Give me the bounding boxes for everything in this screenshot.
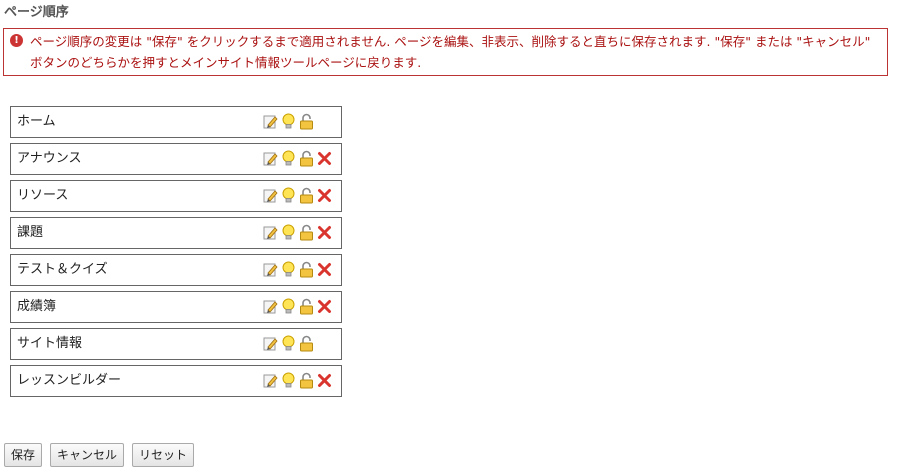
unlock-icon[interactable] xyxy=(299,113,314,130)
page-item[interactable]: 成績簿 xyxy=(10,291,342,323)
page-name: テスト＆クイズ xyxy=(17,262,108,277)
lightbulb-visibility-icon[interactable] xyxy=(281,187,296,204)
unlock-icon[interactable] xyxy=(299,187,314,204)
page-item[interactable]: レッスンビルダー xyxy=(10,365,342,397)
page-actions xyxy=(263,113,314,131)
pencil-edit-icon[interactable] xyxy=(263,150,278,167)
page-item[interactable]: ホーム xyxy=(10,106,342,138)
alert-text: ページ順序の変更は "保存" をクリックするまで適用されません. ページを編集、… xyxy=(30,34,871,70)
page-item[interactable]: アナウンス xyxy=(10,143,342,175)
unlock-icon[interactable] xyxy=(299,224,314,241)
pencil-edit-icon[interactable] xyxy=(263,187,278,204)
lightbulb-visibility-icon[interactable] xyxy=(281,298,296,315)
page-name: リソース xyxy=(17,188,69,203)
page-name: 課題 xyxy=(17,225,44,240)
pencil-edit-icon[interactable] xyxy=(263,335,278,352)
pencil-edit-icon[interactable] xyxy=(263,372,278,389)
page-item[interactable]: 課題 xyxy=(10,217,342,249)
delete-x-icon[interactable] xyxy=(317,150,332,167)
page-item[interactable]: テスト＆クイズ xyxy=(10,254,342,286)
lightbulb-visibility-icon[interactable] xyxy=(281,150,296,167)
alert-message: ! ページ順序の変更は "保存" をクリックするまで適用されません. ページを編… xyxy=(3,28,888,76)
lightbulb-visibility-icon[interactable] xyxy=(281,261,296,278)
unlock-icon[interactable] xyxy=(299,150,314,167)
action-buttons: 保存 キャンセル リセット xyxy=(4,443,195,467)
page-actions xyxy=(263,298,332,316)
pencil-edit-icon[interactable] xyxy=(263,261,278,278)
page-order-list: ホーム アナウンス リソース 課題 テスト＆クイズ 成績簿 サイト情報 レッスン… xyxy=(10,106,342,402)
delete-x-icon[interactable] xyxy=(317,187,332,204)
unlock-icon[interactable] xyxy=(299,298,314,315)
page-actions xyxy=(263,224,332,242)
lightbulb-visibility-icon[interactable] xyxy=(281,372,296,389)
cancel-button[interactable]: キャンセル xyxy=(50,443,125,467)
page-title: ページ順序 xyxy=(4,5,69,20)
page-actions xyxy=(263,150,332,168)
unlock-icon[interactable] xyxy=(299,261,314,278)
lightbulb-visibility-icon[interactable] xyxy=(281,113,296,130)
page-actions xyxy=(263,372,332,390)
delete-x-icon[interactable] xyxy=(317,372,332,389)
page-actions xyxy=(263,187,332,205)
page-item[interactable]: サイト情報 xyxy=(10,328,342,360)
error-icon: ! xyxy=(10,34,23,47)
pencil-edit-icon[interactable] xyxy=(263,113,278,130)
page-name: サイト情報 xyxy=(17,336,83,351)
pencil-edit-icon[interactable] xyxy=(263,298,278,315)
page-actions xyxy=(263,261,332,279)
reset-button[interactable]: リセット xyxy=(132,443,195,467)
lightbulb-visibility-icon[interactable] xyxy=(281,224,296,241)
page-name: ホーム xyxy=(17,114,56,129)
lightbulb-visibility-icon[interactable] xyxy=(281,335,296,352)
save-button[interactable]: 保存 xyxy=(4,443,43,467)
page-item[interactable]: リソース xyxy=(10,180,342,212)
page-actions xyxy=(263,335,314,353)
unlock-icon[interactable] xyxy=(299,372,314,389)
delete-x-icon[interactable] xyxy=(317,224,332,241)
delete-x-icon[interactable] xyxy=(317,261,332,278)
delete-x-icon[interactable] xyxy=(317,298,332,315)
page-name: 成績簿 xyxy=(17,299,57,314)
pencil-edit-icon[interactable] xyxy=(263,224,278,241)
page-name: レッスンビルダー xyxy=(17,373,122,388)
page-name: アナウンス xyxy=(17,151,82,166)
unlock-icon[interactable] xyxy=(299,335,314,352)
